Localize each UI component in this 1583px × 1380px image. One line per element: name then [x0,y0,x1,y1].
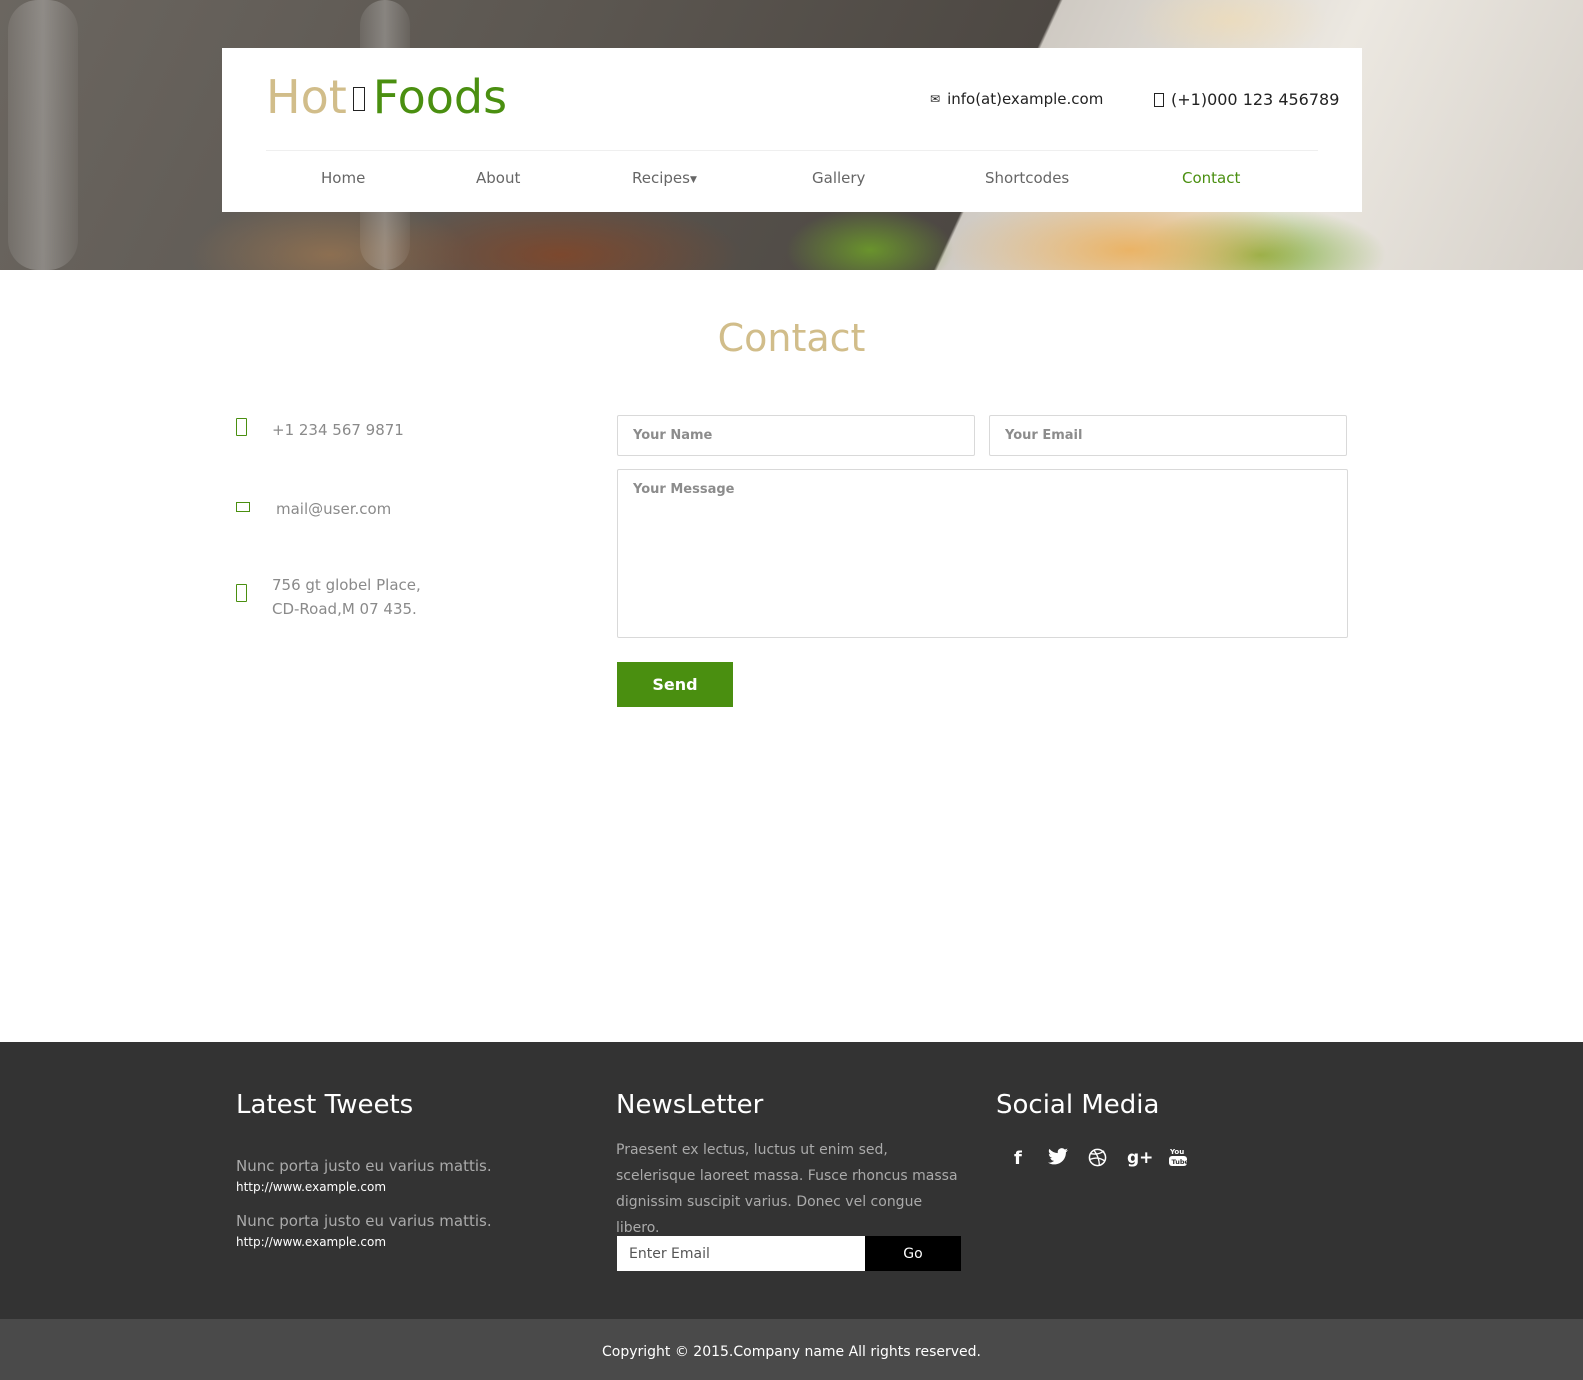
header-divider [266,150,1318,151]
header-phone-text: (+1)000 123 456789 [1171,90,1340,109]
newsletter-go-button[interactable]: Go [865,1236,961,1271]
copyright-text: Copyright © 2015.Company name All rights… [602,1344,981,1360]
contact-phone: +1 234 567 9871 [236,418,404,442]
envelope-icon: ✉ [930,92,941,106]
newsletter-email-input[interactable] [617,1236,865,1271]
page-title: Contact [717,316,866,360]
email-input[interactable] [989,415,1347,456]
dribbble-icon[interactable] [1088,1148,1107,1172]
location-icon [236,573,272,606]
nav-item-contact[interactable]: Contact [1182,169,1240,187]
svg-text:Tube: Tube [1172,1158,1189,1166]
header: Hot Foods ✉ info(at)example.com (+1)000 1… [222,48,1362,212]
tweet-text: Nunc porta justo eu varius mattis. [236,1157,492,1175]
header-email: ✉ info(at)example.com [930,90,1103,108]
nav-item-recipes[interactable]: Recipes▼ [632,169,697,187]
caret-down-icon: ▼ [689,175,697,185]
message-textarea[interactable] [617,469,1348,638]
tweet-text: Nunc porta justo eu varius mattis. [236,1212,492,1230]
header-phone: (+1)000 123 456789 [1154,90,1339,109]
youtube-icon[interactable]: You Tube [1168,1146,1190,1173]
contact-email: mail@user.com [236,497,391,521]
latest-tweets-heading: Latest Tweets [236,1090,414,1120]
nav-item-about[interactable]: About [476,169,520,187]
nav-item-shortcodes[interactable]: Shortcodes [985,169,1069,187]
nav-item-recipes-label: Recipes [632,169,690,187]
tweet-link[interactable]: http://www.example.com [236,1180,386,1194]
logo-foods-text: Foods [372,70,508,124]
logo-glyph-icon [352,87,365,111]
phone-icon [236,418,272,440]
copyright-bar: Copyright © 2015.Company name All rights… [0,1319,1583,1380]
newsletter-heading: NewsLetter [616,1090,764,1120]
footer: Latest Tweets Nunc porta justo eu varius… [0,1042,1583,1319]
envelope-icon [236,497,276,516]
main-nav: Home About Recipes▼ Gallery Shortcodes C… [222,161,1362,197]
facebook-icon[interactable]: f [1014,1148,1022,1169]
address-line-1: 756 gt globel Place, [272,576,421,594]
google-plus-icon[interactable]: g+ [1127,1148,1153,1168]
hero-glass-decoration [8,0,78,270]
social-media-heading: Social Media [996,1090,1160,1120]
phone-icon [1154,92,1164,107]
contact-address-text: 756 gt globel Place, CD-Road,M 07 435. [272,573,421,621]
header-email-text: info(at)example.com [947,90,1104,108]
nav-item-gallery[interactable]: Gallery [812,169,865,187]
tweet-link[interactable]: http://www.example.com [236,1235,386,1249]
site-logo[interactable]: Hot Foods [266,70,507,124]
contact-phone-text: +1 234 567 9871 [272,421,404,439]
name-input[interactable] [617,415,975,456]
newsletter-description: Praesent ex lectus, luctus ut enim sed, … [616,1142,958,1236]
logo-hot-text: Hot [266,70,347,124]
contact-email-text: mail@user.com [276,500,392,518]
svg-text:You: You [1169,1148,1184,1156]
contact-address: 756 gt globel Place, CD-Road,M 07 435. [236,573,421,621]
address-line-2: CD-Road,M 07 435. [272,600,417,618]
nav-item-home[interactable]: Home [321,169,365,187]
twitter-icon[interactable] [1048,1148,1068,1170]
send-button[interactable]: Send [617,662,733,707]
